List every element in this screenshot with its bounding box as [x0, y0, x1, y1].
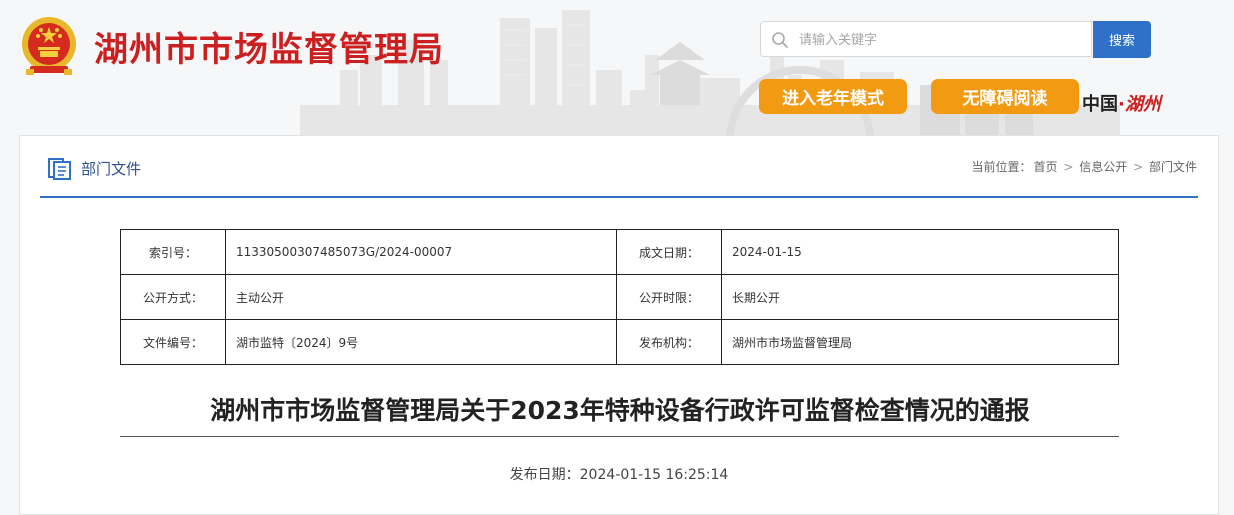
- disclosure-period-label: 公开时限：: [616, 274, 722, 320]
- site-title[interactable]: 湖州市市场监督管理局: [94, 22, 444, 71]
- search-button[interactable]: 搜索: [1093, 21, 1151, 58]
- site-header: 湖州市市场监督管理局 搜索 进入老年模式 无障碍阅读 中国·湖州: [0, 0, 1234, 140]
- disclosure-period-value: 长期公开: [721, 274, 1119, 320]
- search-box: [760, 21, 1092, 58]
- content-panel: 部门文件 当前位置： 首页 > 信息公开 > 部门文件 索引号： 11330500…: [19, 135, 1219, 515]
- publish-date: 发布日期：2024-01-15 16:25:14: [20, 464, 1218, 484]
- section-divider: [40, 196, 1198, 198]
- breadcrumb-home[interactable]: 首页: [1034, 160, 1058, 174]
- elder-mode-button[interactable]: 进入老年模式: [759, 79, 907, 114]
- document-section-icon: [48, 158, 71, 180]
- breadcrumb: 当前位置： 首页 > 信息公开 > 部门文件: [971, 158, 1199, 175]
- breadcrumb-prefix: 当前位置：: [971, 160, 1032, 174]
- table-row: 文件编号： 湖市监特〔2024〕9号 发布机构： 湖州市市场监督管理局: [120, 319, 1119, 365]
- document-metadata-table: 索引号： 11330500307485073G/2024-00007 成文日期：…: [120, 229, 1119, 365]
- index-number-label: 索引号：: [120, 229, 226, 275]
- breadcrumb-info-open[interactable]: 信息公开: [1079, 160, 1127, 174]
- table-row: 公开方式： 主动公开 公开时限： 长期公开: [120, 274, 1119, 320]
- breadcrumb-separator: >: [1063, 160, 1074, 174]
- document-number-value: 湖市监特〔2024〕9号: [225, 319, 617, 365]
- written-date-label: 成文日期：: [616, 229, 722, 275]
- table-row: 索引号： 11330500307485073G/2024-00007 成文日期：…: [120, 229, 1119, 275]
- brand-dot: ·: [1118, 94, 1125, 115]
- search-icon: [772, 32, 788, 48]
- brand-part-1: 中国: [1082, 94, 1118, 115]
- title-divider: [120, 436, 1119, 437]
- search-input[interactable]: [797, 22, 1091, 58]
- section-title: 部门文件: [81, 160, 142, 178]
- publish-date-value: 2024-01-15 16:25:14: [579, 467, 729, 483]
- written-date-value: 2024-01-15: [721, 229, 1119, 275]
- disclosure-method-label: 公开方式：: [120, 274, 226, 320]
- document-number-label: 文件编号：: [120, 319, 226, 365]
- breadcrumb-separator: >: [1133, 160, 1144, 174]
- breadcrumb-dept-docs[interactable]: 部门文件: [1149, 160, 1197, 174]
- index-number-value: 11330500307485073G/2024-00007: [225, 229, 617, 275]
- publish-date-label: 发布日期：: [509, 467, 580, 483]
- emblem-icon: [22, 17, 76, 75]
- disclosure-method-value: 主动公开: [225, 274, 617, 320]
- document-title: 湖州市市场监督管理局关于2023年特种设备行政许可监督检查情况的通报: [210, 396, 1030, 425]
- brand-part-2: 湖州: [1124, 94, 1161, 115]
- china-huzhou-logo: 中国·湖州: [1082, 90, 1161, 116]
- issuing-agency-label: 发布机构：: [616, 319, 722, 365]
- accessible-reading-button[interactable]: 无障碍阅读: [931, 79, 1079, 114]
- issuing-agency-value: 湖州市市场监督管理局: [721, 319, 1119, 365]
